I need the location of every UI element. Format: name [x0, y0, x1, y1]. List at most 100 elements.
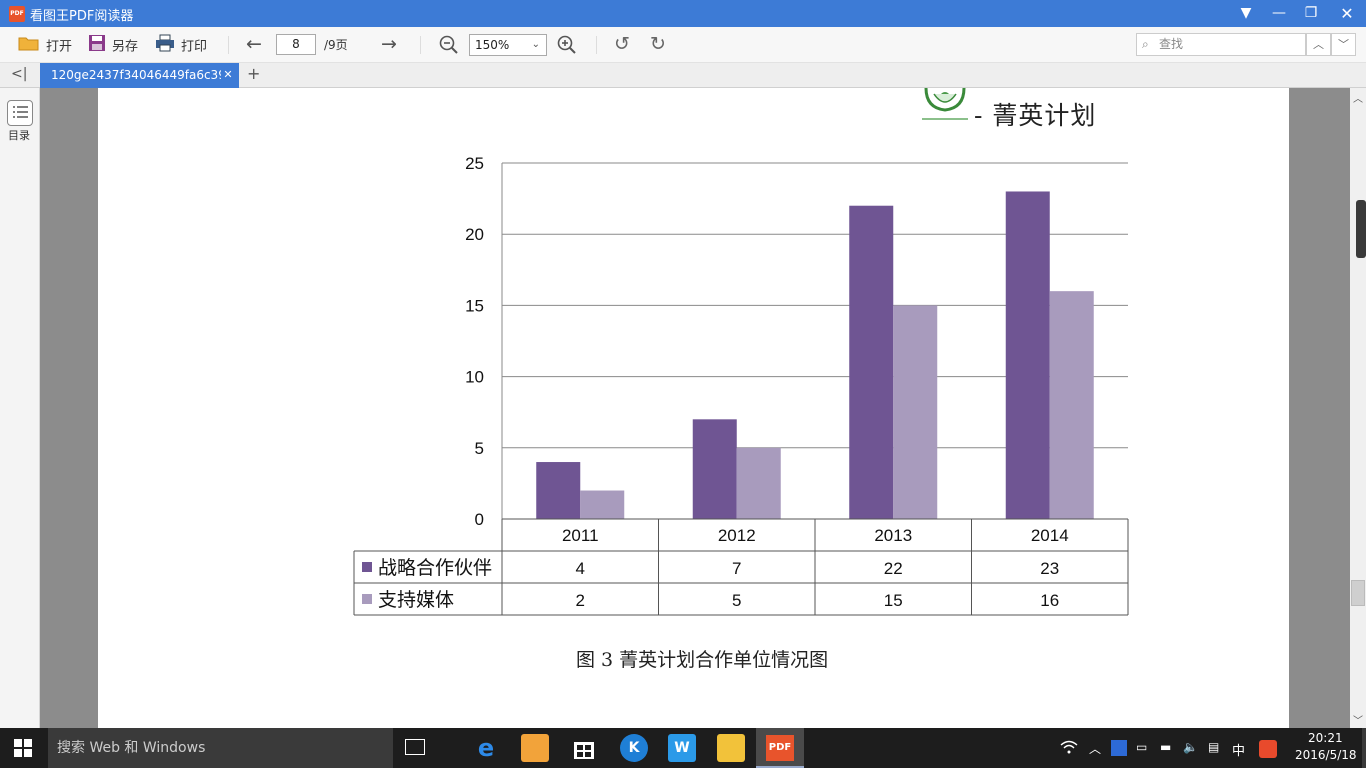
toc-label: 目录 — [8, 129, 30, 142]
store-icon[interactable] — [570, 734, 598, 762]
windows-start-icon[interactable] — [14, 739, 32, 761]
search-placeholder: 查找 — [1159, 37, 1184, 51]
scroll-down-icon[interactable]: ﹀ — [1353, 712, 1363, 727]
toolbar-divider — [420, 36, 421, 54]
search-prev-button[interactable]: ︿ — [1306, 33, 1331, 56]
zoom-in-icon[interactable] — [557, 35, 577, 59]
zoom-out-icon[interactable] — [439, 35, 459, 59]
pdf-page: - 菁英计划 0 5 10 15 20 25 2011 2012 2013 2014 战略合作伙伴 4… — [98, 87, 1289, 728]
new-tab-button[interactable]: + — [247, 64, 260, 83]
minimize-button[interactable]: — — [1262, 0, 1296, 27]
page-header-text: - 菁英计划 — [974, 101, 1097, 130]
figure-caption: 图 3 菁英计划合作单位情况图 — [576, 649, 829, 671]
zoom-select[interactable]: 150% ⌄ — [469, 34, 547, 56]
table-cell: 7 — [732, 559, 741, 578]
rotate-left-icon[interactable]: ↺ — [614, 35, 630, 54]
app-logo-icon: PDF — [9, 6, 25, 22]
bar — [1049, 291, 1094, 519]
taskbar: 搜索 Web 和 Windows e K W PDF ︿ ▭ ▬ 🔈 ▤ 中 2… — [0, 728, 1366, 768]
wps-icon[interactable]: W — [668, 734, 696, 762]
wifi-icon[interactable] — [1060, 740, 1078, 757]
open-button[interactable]: 打开 — [18, 34, 72, 56]
next-page-arrow-icon[interactable]: → — [381, 35, 401, 55]
network-icon[interactable]: ▭ — [1136, 740, 1147, 754]
bar — [736, 447, 781, 519]
close-button[interactable]: ✕ — [1330, 0, 1364, 27]
show-desktop-button[interactable] — [1362, 728, 1366, 768]
edge-icon[interactable]: e — [472, 734, 500, 762]
x-category-label: 2013 — [874, 526, 912, 545]
battery-icon[interactable]: ▬ — [1160, 740, 1171, 754]
print-button[interactable]: 打印 — [155, 34, 207, 56]
y-tick-label: 25 — [465, 154, 484, 173]
save-as-label: 另存 — [112, 39, 139, 55]
restore-button[interactable]: ❐ — [1294, 0, 1328, 27]
volume-icon[interactable]: 🔈 — [1183, 740, 1198, 754]
x-category-label: 2014 — [1031, 526, 1069, 545]
organization-logo — [920, 87, 970, 124]
clock-date: 2016/5/18 — [1295, 748, 1357, 762]
table-cell: 23 — [1040, 559, 1059, 578]
notification-icon[interactable]: ▤ — [1208, 740, 1219, 754]
print-label: 打印 — [181, 39, 208, 55]
vertical-scrollbar[interactable]: ︿ ﹀ — [1350, 88, 1366, 728]
printer-icon — [155, 34, 175, 60]
save-icon — [88, 34, 106, 60]
table-cell: 16 — [1040, 591, 1059, 610]
search-input[interactable]: ⌕ 查找 — [1136, 33, 1306, 56]
collapse-panel-icon[interactable]: <| — [11, 66, 27, 82]
search-next-button[interactable]: ﹀ — [1331, 33, 1356, 56]
taskbar-search[interactable]: 搜索 Web 和 Windows — [48, 728, 393, 768]
toolbar-divider — [596, 36, 597, 54]
save-as-button[interactable]: 另存 — [88, 34, 138, 56]
task-view-icon[interactable] — [405, 739, 425, 755]
y-tick-label: 5 — [475, 439, 484, 458]
legend-label: 战略合作伙伴 — [378, 557, 492, 579]
page-total-label: /9页 — [324, 38, 348, 52]
zoom-value: 150% — [475, 38, 510, 52]
tab-document[interactable]: 120ge2437f34046449fa6c39e — [40, 63, 239, 88]
folder-icon — [18, 34, 40, 60]
bar — [536, 462, 581, 519]
page-number-input[interactable]: 8 — [276, 34, 316, 55]
pdf-reader-taskbar-button[interactable]: PDF — [756, 728, 804, 768]
prev-page-arrow-icon[interactable]: ← — [246, 35, 266, 55]
ime-indicator[interactable]: 中 — [1232, 740, 1245, 759]
menu-dropdown-icon[interactable]: ▼ — [1229, 0, 1263, 27]
sogou-ime-icon[interactable] — [1259, 740, 1277, 758]
chevron-down-icon: ⌄ — [531, 39, 540, 50]
x-category-label: 2011 — [562, 526, 599, 545]
bar — [1005, 191, 1050, 520]
legend-swatch — [362, 594, 372, 604]
table-cell: 2 — [576, 591, 585, 610]
y-tick-label: 0 — [475, 510, 484, 529]
bar-chart: 05101520252011 2012 2013 2014战略合作伙伴 4 7 22 23支持… — [353, 154, 1129, 616]
pdf-app-icon: PDF — [766, 735, 794, 761]
tray-app-icon[interactable] — [1111, 740, 1127, 756]
window-title: 看图王PDF阅读器 — [30, 9, 134, 24]
legend-label: 支持媒体 — [378, 589, 454, 611]
chevron-up-icon[interactable]: ︿ — [1089, 740, 1101, 757]
bar — [692, 419, 737, 519]
clock-time: 20:21 — [1308, 731, 1343, 745]
package-app-icon[interactable] — [521, 734, 549, 762]
table-cell: 5 — [732, 591, 741, 610]
scroll-up-icon[interactable]: ︿ — [1353, 90, 1363, 105]
table-cell: 22 — [884, 559, 903, 578]
tab-close-icon[interactable]: ✕ — [221, 68, 235, 82]
y-tick-label: 10 — [465, 368, 484, 387]
open-label: 打开 — [46, 39, 73, 55]
x-category-label: 2012 — [718, 526, 756, 545]
scrollbar-thumb[interactable] — [1351, 580, 1365, 606]
bar — [893, 305, 938, 519]
toc-icon[interactable] — [7, 100, 33, 126]
file-explorer-icon[interactable] — [717, 734, 745, 762]
table-cell: 15 — [884, 591, 903, 610]
search-icon: ⌕ — [1142, 37, 1149, 51]
rotate-right-icon[interactable]: ↻ — [650, 35, 666, 54]
y-tick-label: 15 — [465, 296, 484, 315]
y-tick-label: 20 — [465, 225, 484, 244]
k-app-icon[interactable]: K — [620, 734, 648, 762]
bar — [580, 490, 625, 519]
side-handle[interactable] — [1356, 200, 1366, 258]
